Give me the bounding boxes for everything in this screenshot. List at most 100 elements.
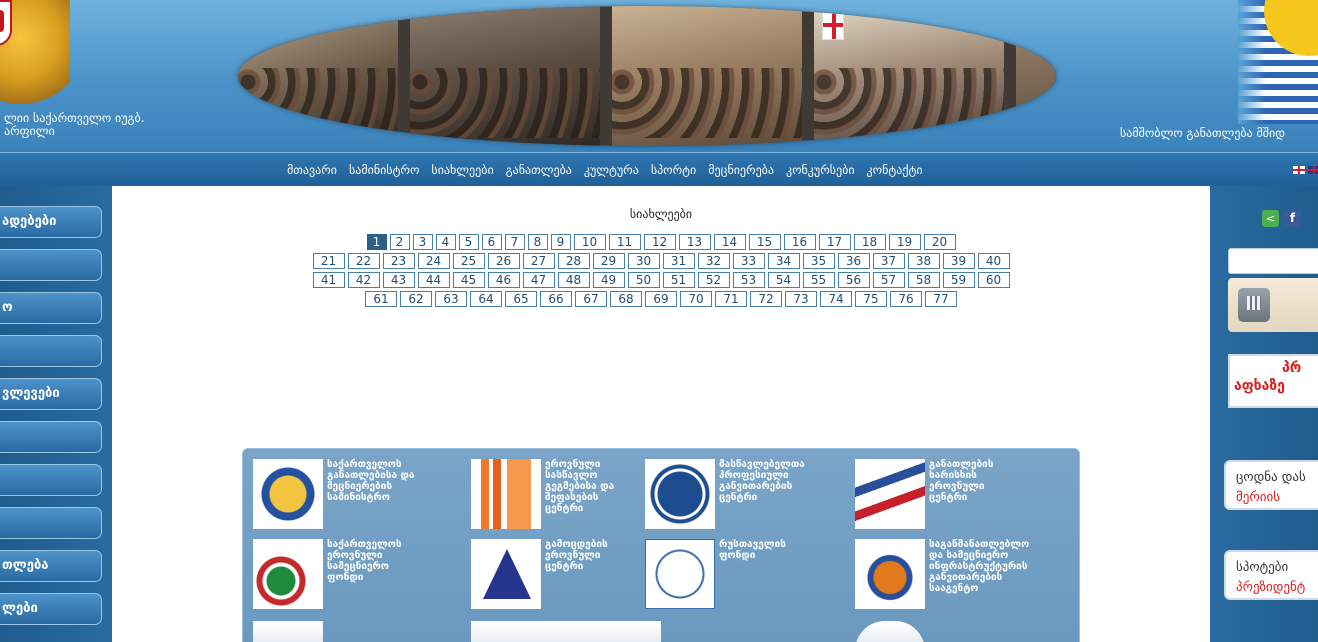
page-link[interactable]: 71	[715, 291, 747, 307]
page-link[interactable]: 53	[732, 272, 765, 288]
nav-item-news[interactable]: სიახლეები	[431, 163, 493, 177]
page-link[interactable]: 31	[662, 253, 695, 269]
page-link[interactable]: 35	[802, 253, 835, 269]
page-link[interactable]: 21	[312, 253, 345, 269]
page-link[interactable]: 57	[872, 272, 905, 288]
page-link[interactable]: 45	[452, 272, 485, 288]
page-link[interactable]: 77	[925, 291, 957, 307]
page-link[interactable]: 74	[820, 291, 852, 307]
page-link[interactable]: 65	[505, 291, 537, 307]
page-link[interactable]: 73	[785, 291, 817, 307]
page-link[interactable]: 33	[732, 253, 765, 269]
georgian-flag-icon[interactable]	[1293, 166, 1305, 174]
page-link[interactable]: 11	[608, 234, 641, 250]
page-link[interactable]: 48	[557, 272, 590, 288]
page-link[interactable]: 12	[643, 234, 676, 250]
page-link[interactable]: 76	[890, 291, 922, 307]
nav-item-home[interactable]: მთავარი	[287, 163, 337, 177]
page-link[interactable]: 5	[458, 234, 479, 250]
left-menu-item-1[interactable]: ადებები	[0, 206, 102, 238]
page-link[interactable]: 46	[487, 272, 520, 288]
page-link[interactable]: 60	[977, 272, 1010, 288]
facebook-icon[interactable]: f	[1284, 210, 1301, 227]
nav-item-contact[interactable]: კონტაქტი	[867, 163, 923, 177]
left-menu-item-6[interactable]	[0, 421, 102, 453]
page-link[interactable]: 29	[592, 253, 625, 269]
page-link[interactable]: 41	[312, 272, 345, 288]
page-link[interactable]: 58	[907, 272, 940, 288]
left-menu-item-5[interactable]: ვლევები	[0, 378, 102, 410]
page-link[interactable]: 13	[678, 234, 711, 250]
page-link[interactable]: 43	[382, 272, 415, 288]
page-link[interactable]: 8	[527, 234, 548, 250]
page-link[interactable]: 2	[389, 234, 410, 250]
page-link[interactable]: 30	[627, 253, 660, 269]
partner-logo-partial[interactable]	[253, 621, 323, 642]
left-menu-item-7[interactable]	[0, 464, 102, 496]
nav-item-contests[interactable]: კონკურსები	[786, 163, 855, 177]
page-link[interactable]: 59	[942, 272, 975, 288]
page-link[interactable]: 15	[748, 234, 781, 250]
page-link[interactable]: 18	[853, 234, 886, 250]
page-link[interactable]: 52	[697, 272, 730, 288]
left-menu-item-3[interactable]: ო	[0, 292, 102, 324]
page-link[interactable]: 7	[504, 234, 525, 250]
page-link[interactable]: 55	[802, 272, 835, 288]
page-link[interactable]: 17	[818, 234, 851, 250]
page-link[interactable]: 16	[783, 234, 816, 250]
page-link[interactable]: 28	[557, 253, 590, 269]
page-link[interactable]: 50	[627, 272, 660, 288]
page-link[interactable]: 69	[645, 291, 677, 307]
nav-item-ministry[interactable]: სამინისტრო	[349, 163, 419, 177]
page-link[interactable]: 37	[872, 253, 905, 269]
spots-banner[interactable]: სპოტები პრეზიდენტ	[1224, 550, 1318, 600]
page-link[interactable]: 49	[592, 272, 625, 288]
page-link[interactable]: 51	[662, 272, 695, 288]
promo-banner[interactable]: პრ აფხაზე	[1228, 354, 1318, 408]
page-link[interactable]: 23	[382, 253, 415, 269]
page-link[interactable]: 32	[697, 253, 730, 269]
page-link[interactable]: 39	[942, 253, 975, 269]
page-link[interactable]: 67	[575, 291, 607, 307]
page-link[interactable]: 64	[470, 291, 502, 307]
partner-logo-partial[interactable]	[471, 621, 661, 642]
english-flag-icon[interactable]	[1308, 166, 1318, 174]
page-link[interactable]: 1	[366, 234, 387, 250]
left-menu-item-10[interactable]: ლები	[0, 593, 102, 625]
page-link[interactable]: 9	[550, 234, 571, 250]
page-link[interactable]: 75	[855, 291, 887, 307]
page-link[interactable]: 56	[837, 272, 870, 288]
left-menu-item-8[interactable]	[0, 507, 102, 539]
page-link[interactable]: 68	[610, 291, 642, 307]
hotline-banner[interactable]	[1228, 278, 1318, 332]
page-link[interactable]: 26	[487, 253, 520, 269]
partner-logo-partial[interactable]	[855, 621, 925, 642]
page-link[interactable]: 61	[365, 291, 397, 307]
nav-item-culture[interactable]: კულტურა	[584, 163, 639, 177]
nav-item-science[interactable]: მეცნიერება	[708, 163, 774, 177]
left-menu-item-9[interactable]: თლება	[0, 550, 102, 582]
page-link[interactable]: 10	[573, 234, 606, 250]
page-link[interactable]: 72	[750, 291, 782, 307]
share-icon[interactable]: <	[1262, 210, 1279, 227]
page-link[interactable]: 14	[713, 234, 746, 250]
page-link[interactable]: 3	[412, 234, 433, 250]
search-input[interactable]	[1228, 248, 1318, 274]
page-link[interactable]: 6	[481, 234, 502, 250]
page-link[interactable]: 36	[837, 253, 870, 269]
page-link[interactable]: 44	[417, 272, 450, 288]
page-link[interactable]: 63	[435, 291, 467, 307]
page-link[interactable]: 24	[417, 253, 450, 269]
page-link[interactable]: 19	[888, 234, 921, 250]
page-link[interactable]: 47	[522, 272, 555, 288]
nav-item-education[interactable]: განათლება	[506, 163, 572, 177]
page-link[interactable]: 34	[767, 253, 800, 269]
left-menu-item-2[interactable]	[0, 249, 102, 281]
page-link[interactable]: 25	[452, 253, 485, 269]
page-link[interactable]: 54	[767, 272, 800, 288]
page-link[interactable]: 27	[522, 253, 555, 269]
page-link[interactable]: 20	[923, 234, 956, 250]
page-link[interactable]: 38	[907, 253, 940, 269]
page-link[interactable]: 42	[347, 272, 380, 288]
page-link[interactable]: 40	[977, 253, 1010, 269]
